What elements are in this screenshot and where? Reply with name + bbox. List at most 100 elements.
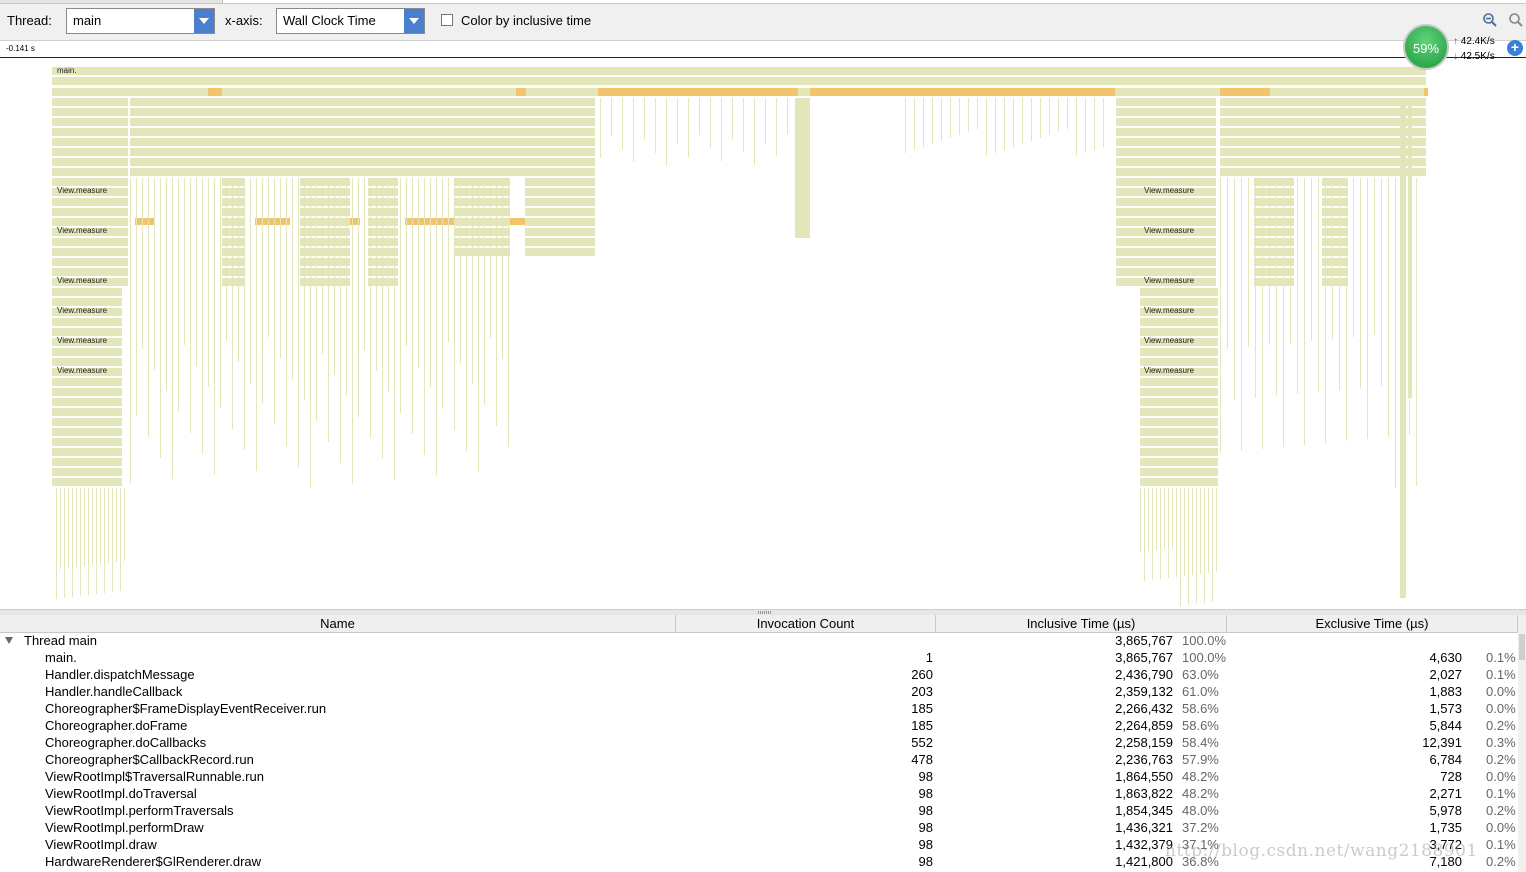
- call-line[interactable]: [1140, 488, 1141, 552]
- call-line[interactable]: [92, 488, 93, 565]
- call-line[interactable]: [232, 178, 233, 429]
- call-bar[interactable]: [52, 288, 122, 296]
- table-row[interactable]: Choreographer.doFrame 185 2,264,859 58.6% 5,…: [0, 717, 1518, 734]
- call-bar[interactable]: [52, 298, 122, 306]
- call-line[interactable]: [478, 178, 479, 472]
- call-bar[interactable]: [525, 248, 595, 256]
- call-line[interactable]: [430, 178, 431, 388]
- call-bar[interactable]: [1116, 118, 1216, 126]
- call-bar[interactable]: [1116, 198, 1216, 206]
- call-line[interactable]: [995, 98, 996, 153]
- call-line[interactable]: [424, 178, 425, 455]
- call-bar[interactable]: [1140, 348, 1218, 356]
- call-bar[interactable]: [300, 208, 350, 216]
- call-bar[interactable]: [130, 108, 595, 116]
- call-line[interactable]: [466, 178, 467, 451]
- call-line[interactable]: [743, 98, 744, 152]
- call-bar[interactable]: [130, 138, 595, 146]
- call-bar[interactable]: [1116, 98, 1216, 106]
- call-bar[interactable]: [1254, 228, 1294, 236]
- call-line[interactable]: [304, 178, 305, 400]
- call-bar[interactable]: [300, 268, 350, 276]
- call-line[interactable]: [484, 178, 485, 405]
- call-bar[interactable]: [1140, 378, 1218, 386]
- call-bar[interactable]: [525, 208, 595, 216]
- call-bar[interactable]: [52, 458, 122, 466]
- call-line[interactable]: [160, 178, 161, 458]
- call-line[interactable]: [250, 178, 251, 383]
- call-line[interactable]: [442, 178, 443, 409]
- call-line[interactable]: [244, 178, 245, 450]
- call-line[interactable]: [941, 98, 942, 141]
- call-line[interactable]: [986, 98, 987, 156]
- call-bar[interactable]: [52, 348, 122, 356]
- hot-call-bar[interactable]: [810, 88, 1115, 96]
- call-line[interactable]: [64, 488, 65, 598]
- call-line[interactable]: [1332, 178, 1333, 339]
- call-line[interactable]: [1290, 178, 1291, 343]
- call-bar[interactable]: [1116, 248, 1216, 256]
- call-line[interactable]: [1164, 488, 1165, 549]
- call-line[interactable]: [1248, 178, 1249, 347]
- table-row[interactable]: ViewRootImpl$TraversalRunnable.run 98 1,86…: [0, 768, 1518, 785]
- col-header-name[interactable]: Name: [0, 615, 676, 632]
- call-bar[interactable]: [1140, 448, 1218, 456]
- call-line[interactable]: [130, 178, 131, 483]
- call-line[interactable]: [732, 98, 733, 139]
- call-bar[interactable]: [1140, 358, 1218, 366]
- hot-call-bar[interactable]: [1424, 88, 1428, 96]
- table-row[interactable]: Handler.handleCallback 203 2,359,132 61.0% 1…: [0, 683, 1518, 700]
- call-line[interactable]: [1269, 178, 1270, 345]
- call-line[interactable]: [1381, 178, 1382, 386]
- call-bar[interactable]: [52, 178, 128, 186]
- call-line[interactable]: [677, 98, 678, 144]
- call-bar[interactable]: [300, 198, 350, 206]
- usage-gauge[interactable]: 59%: [1403, 24, 1449, 70]
- grip-icon[interactable]: [758, 611, 772, 614]
- call-line[interactable]: [202, 178, 203, 454]
- col-header-exclusive[interactable]: Exclusive Time (µs): [1227, 615, 1518, 632]
- call-line[interactable]: [1304, 178, 1305, 445]
- call-line[interactable]: [364, 178, 365, 350]
- call-bar[interactable]: [1140, 288, 1218, 296]
- call-line[interactable]: [633, 98, 634, 162]
- thread-select[interactable]: main: [66, 8, 215, 34]
- call-line[interactable]: [316, 178, 317, 421]
- main-call-bar[interactable]: [52, 67, 1426, 75]
- call-bar[interactable]: [52, 398, 122, 406]
- call-line[interactable]: [1241, 178, 1242, 451]
- call-line[interactable]: [1360, 178, 1361, 388]
- call-bar[interactable]: [455, 228, 510, 236]
- call-line[interactable]: [226, 178, 227, 341]
- call-line[interactable]: [776, 98, 777, 156]
- call-bar[interactable]: [52, 118, 128, 126]
- call-line[interactable]: [166, 178, 167, 391]
- call-line[interactable]: [1204, 488, 1205, 603]
- call-line[interactable]: [406, 178, 407, 346]
- call-bar[interactable]: [1116, 178, 1216, 186]
- call-line[interactable]: [1172, 488, 1173, 548]
- call-bar[interactable]: [1116, 268, 1216, 276]
- call-line[interactable]: [1318, 178, 1319, 392]
- call-bar[interactable]: [130, 168, 595, 176]
- call-bar[interactable]: [1140, 458, 1218, 466]
- call-bar[interactable]: [130, 98, 595, 106]
- call-line[interactable]: [412, 178, 413, 434]
- table-row[interactable]: main. 1 3,865,767 100.0% 4,630 0.1%: [0, 649, 1518, 666]
- call-line[interactable]: [448, 178, 449, 342]
- call-bar[interactable]: [525, 228, 595, 236]
- call-line[interactable]: [76, 488, 77, 567]
- call-bar[interactable]: [52, 408, 122, 416]
- xaxis-select[interactable]: Wall Clock Time: [276, 8, 425, 34]
- call-line[interactable]: [905, 98, 906, 153]
- call-line[interactable]: [1208, 488, 1209, 573]
- call-bar[interactable]: [1116, 218, 1216, 226]
- call-bar[interactable]: [1220, 128, 1426, 136]
- call-bar[interactable]: [52, 438, 122, 446]
- call-bar[interactable]: [1400, 98, 1406, 598]
- call-line[interactable]: [298, 178, 299, 467]
- call-bar[interactable]: [52, 158, 128, 166]
- call-line[interactable]: [274, 178, 275, 425]
- call-line[interactable]: [508, 178, 509, 447]
- call-bar[interactable]: [1140, 478, 1218, 486]
